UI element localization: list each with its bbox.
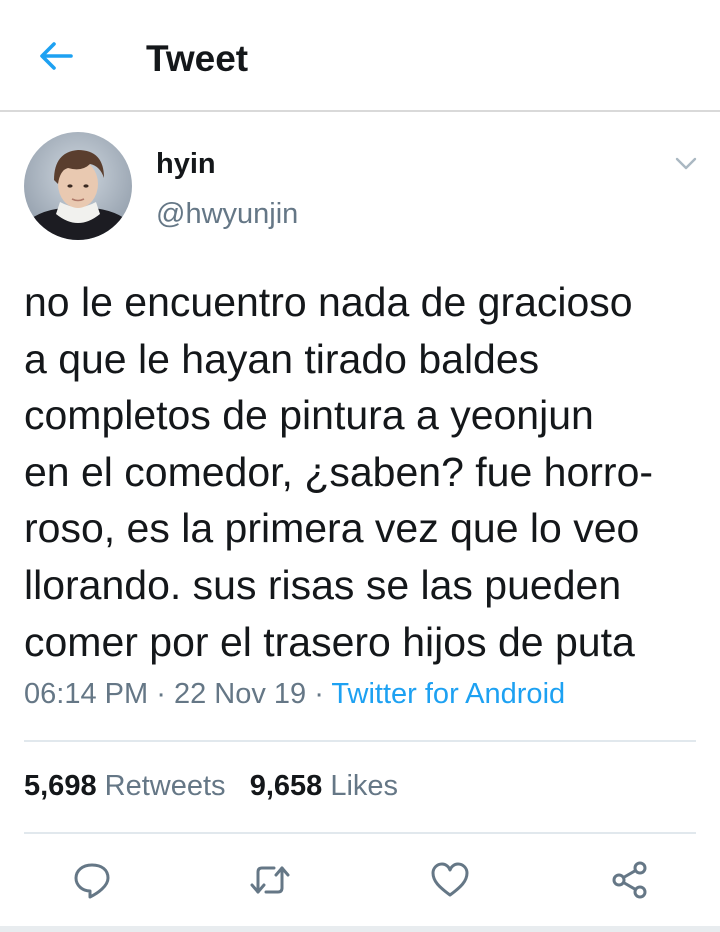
tweet-text-line: llorando. sus risas se las pueden (24, 561, 622, 608)
tweet-date: 22 Nov 19 (173, 678, 307, 710)
chevron-down-icon (675, 157, 697, 170)
tweet-text: no le encuentro nada de gracioso a que l… (24, 274, 704, 670)
reply-button[interactable] (70, 858, 114, 902)
like-icon (431, 862, 469, 897)
retweets-stat[interactable]: 5,698 Retweets (24, 770, 226, 802)
tweet-time: 06:14 PM (24, 678, 149, 710)
divider (24, 740, 696, 742)
tweet-text-line: roso, es la primera vez que lo veo (24, 505, 640, 552)
user-display-name[interactable]: hyin (156, 148, 216, 181)
divider (24, 832, 696, 834)
tweet-text-line: no le encuentro nada de gracioso (24, 279, 633, 325)
page-title: Tweet (146, 38, 249, 79)
retweets-count: 5,698 (24, 770, 97, 802)
tweet-menu-button[interactable] (672, 152, 700, 176)
like-button[interactable] (428, 858, 472, 902)
tweet-metadata: 06:14 PM · 22 Nov 19 · Twitter for Andro… (24, 678, 565, 711)
share-button[interactable] (608, 858, 652, 902)
tweet-source-link[interactable]: Twitter for Android (331, 678, 565, 710)
tweet-text-line: en el comedor, ¿saben? fue horro- (24, 448, 654, 495)
meta-separator: · (314, 678, 324, 710)
likes-stat[interactable]: 9,658 Likes (250, 770, 398, 802)
bottom-edge (0, 926, 720, 932)
retweet-icon (250, 866, 290, 894)
arrow-left-icon (40, 42, 73, 70)
tweet-actions-bar (0, 852, 720, 908)
share-icon (612, 861, 647, 899)
likes-label: Likes (330, 770, 399, 802)
app-bar: Tweet (0, 0, 720, 112)
retweet-button[interactable] (248, 858, 292, 902)
meta-separator: · (156, 678, 166, 710)
likes-count: 9,658 (249, 770, 323, 802)
retweets-label: Retweets (104, 770, 226, 802)
avatar[interactable] (24, 132, 132, 240)
tweet-text-line: a que le hayan tirado baldes (24, 335, 540, 382)
tweet-text-line: comer por el trasero hijos de puta (24, 618, 635, 665)
reply-icon (74, 863, 110, 899)
tweet-stats: 5,698 Retweets 9,658 Likes (24, 770, 398, 803)
tweet-text-line: completos de pintura a yeonjun (24, 392, 594, 439)
back-button[interactable] (36, 36, 76, 76)
user-handle[interactable]: @hwyunjin (156, 198, 298, 231)
